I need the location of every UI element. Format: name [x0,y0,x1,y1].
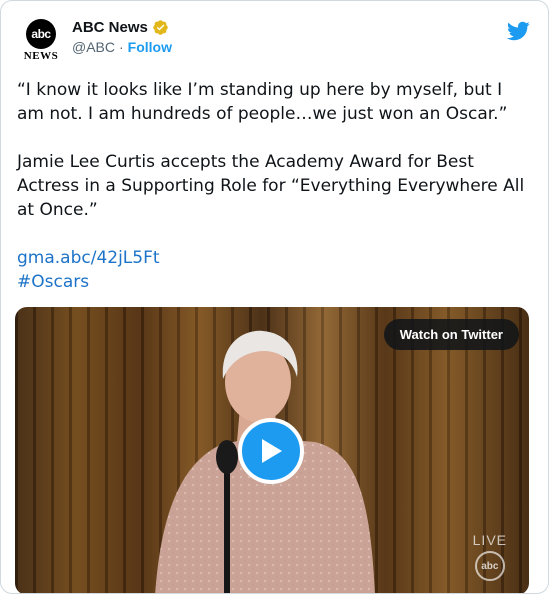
tweet-text: “I know it looks like I’m standing up he… [17,78,527,294]
tweet-card: abc NEWS ABC News @ABC · Follow “I know … [0,0,549,594]
abc-logo: abc [26,19,56,49]
display-name[interactable]: ABC News [72,19,148,36]
live-badge: LIVE abc [473,532,507,581]
handle[interactable]: @ABC [72,39,115,55]
live-label: LIVE [472,532,507,548]
follow-button[interactable]: Follow [128,39,172,55]
play-button[interactable] [238,418,304,484]
play-icon [262,439,282,463]
tweet-body: Jamie Lee Curtis accepts the Academy Awa… [17,152,525,220]
hashtag-link[interactable]: #Oscars [17,272,89,292]
twitter-bird-icon[interactable] [506,19,530,43]
tweet-header: abc NEWS ABC News @ABC · Follow [17,15,532,63]
avatar[interactable]: abc NEWS [19,19,63,63]
video-player[interactable]: Watch on Twitter LIVE abc [15,307,529,593]
abc-watermark: abc [474,551,505,581]
watch-on-twitter-button[interactable]: Watch on Twitter [383,319,519,350]
author-info: ABC News @ABC · Follow [72,19,172,55]
separator: · [119,39,124,55]
verified-badge-icon [153,20,168,35]
abc-logo-subtext: NEWS [23,50,59,62]
tweet-quote: “I know it looks like I’m standing up he… [17,80,508,124]
tweet-link[interactable]: gma.abc/42jL5Ft [17,248,160,268]
